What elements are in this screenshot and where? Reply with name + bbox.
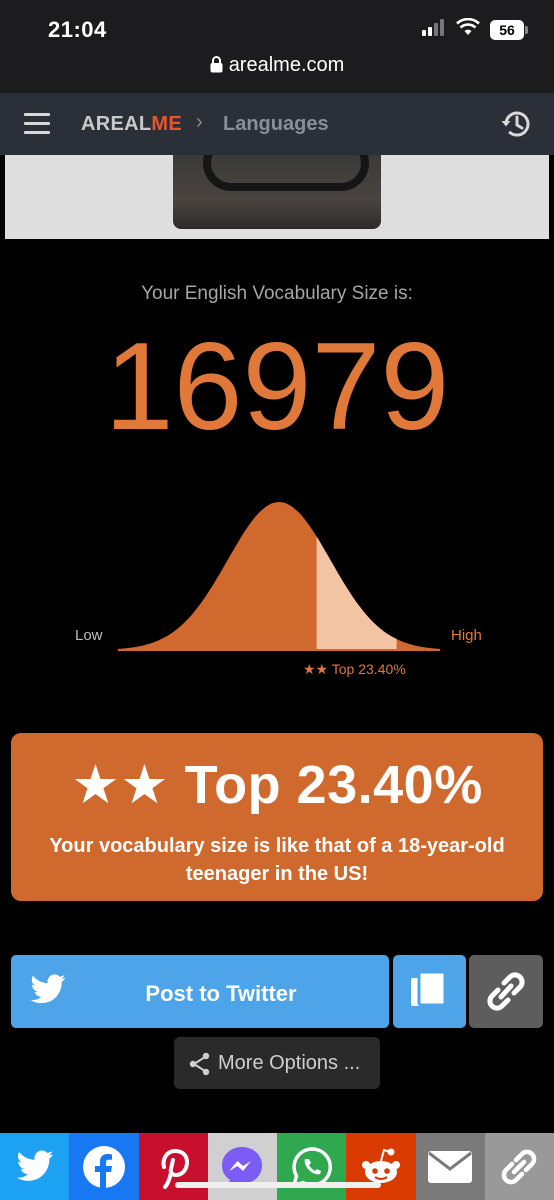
copy-link-button[interactable] [469,955,543,1028]
lock-icon [210,56,223,73]
link-icon [502,1149,537,1184]
share-email[interactable] [415,1133,485,1200]
site-navbar: AREALME › Languages [0,93,554,155]
curve-rank-label: ★★ Top 23.40% [303,661,406,677]
rank-title: ★★ Top 23.40% [71,755,483,815]
rank-description: Your vocabulary size is like that of a 1… [49,835,505,885]
share-icon [189,1052,210,1076]
battery-indicator: 56 [490,20,528,40]
more-options-label: More Options ... [218,1052,361,1074]
signal-icon [422,19,444,36]
share-pinterest[interactable] [138,1133,208,1200]
home-indicator [175,1182,381,1188]
more-options-button[interactable]: More Options ... [174,1037,380,1089]
url-text: arealme.com [228,54,345,76]
banner-image [5,155,549,239]
copy-icon [411,970,447,1007]
menu-icon[interactable] [24,113,50,135]
share-reddit[interactable] [346,1133,416,1200]
curve-high-label: High [451,627,482,644]
address-bar[interactable]: arealme.com [0,54,554,77]
twitter-button-label: Post to Twitter [145,981,297,1006]
twitter-icon [16,1150,53,1181]
status-time: 21:04 [48,17,107,42]
share-link[interactable] [484,1133,554,1200]
rank-box: ★★ Top 23.40% Your vocabulary size is li… [11,733,543,901]
breadcrumb-languages[interactable]: Languages [223,113,329,136]
breadcrumb-separator: › [196,111,203,133]
share-bar [0,1133,554,1200]
banner-photo [173,155,381,229]
curve-area [118,502,440,650]
site-logo[interactable]: AREALME [81,113,182,136]
email-icon [428,1150,473,1183]
status-bar: 21:04 56 arealme.com [0,0,554,93]
copy-button[interactable] [393,955,466,1028]
share-whatsapp[interactable] [277,1133,347,1200]
distribution-curve [118,502,440,651]
facebook-icon [82,1145,125,1189]
result-label: Your English Vocabulary Size is: [141,283,413,304]
post-to-twitter-button[interactable]: Post to Twitter [11,955,389,1028]
reddit-icon [361,1148,400,1183]
share-messenger[interactable] [207,1133,277,1200]
share-twitter[interactable] [0,1133,70,1200]
share-facebook[interactable] [69,1133,139,1200]
curve-low-label: Low [75,627,103,644]
wifi-icon [456,18,480,35]
vocabulary-score: 16979 [104,318,450,456]
link-icon [487,972,525,1011]
history-icon[interactable] [500,108,532,140]
